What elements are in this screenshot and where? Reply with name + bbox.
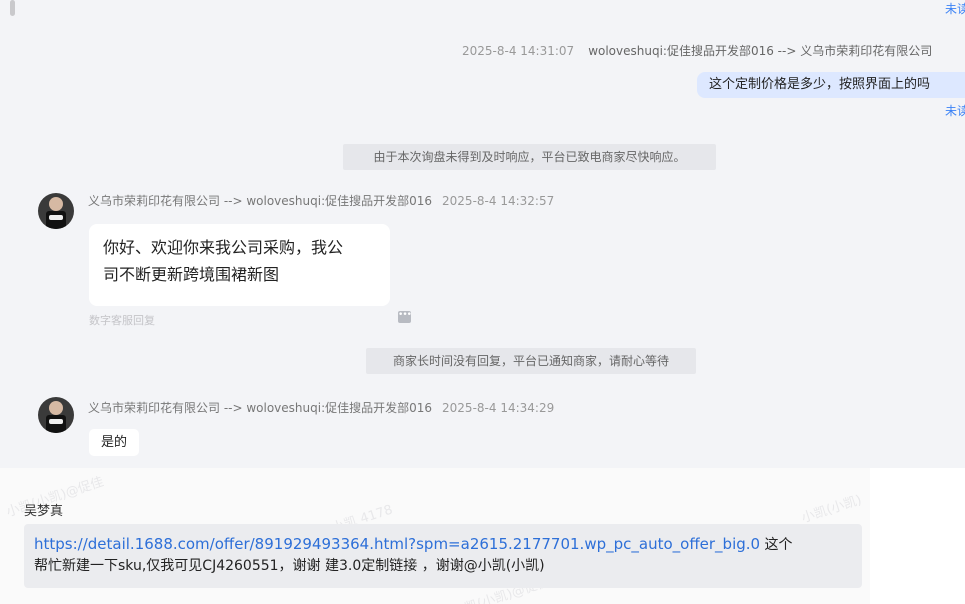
incoming-message-bubble[interactable]: 是的 <box>89 429 140 456</box>
message-meta-incoming: 义乌市荣莉印花有限公司 --> woloveshuqi:促佳搜品开发部016 20… <box>88 192 554 209</box>
quote-text: 帮忙新建一下sku,仅我可见CJ4260551，谢谢 建3.0定制链接 ，谢谢@… <box>34 558 545 574</box>
avatar-apron <box>46 415 66 433</box>
message-text-line: 你好、欢迎你来我公司采购，我公 <box>103 238 344 257</box>
system-notice: 由于本次询盘未得到及时响应，平台已致电商家尽快响应。 <box>343 144 716 170</box>
quote-text: 这个 <box>760 537 793 553</box>
avatar-apron <box>46 211 66 229</box>
quoted-message-card[interactable]: https://detail.1688.com/offer/8919294933… <box>24 524 862 588</box>
message-text-line: 司不断更新跨境围裙新图 <box>103 265 280 284</box>
merchant-avatar[interactable] <box>38 397 74 433</box>
digital-service-reply-note: 数字客服回复 <box>89 314 155 327</box>
incoming-message-bubble[interactable]: 你好、欢迎你来我公司采购，我公 司不断更新跨境围裙新图 <box>89 224 390 306</box>
message-sender: 义乌市荣莉印花有限公司 --> woloveshuqi:促佳搜品开发部016 <box>88 401 433 415</box>
message-sender: 义乌市荣莉印花有限公司 --> woloveshuqi:促佳搜品开发部016 <box>88 194 433 208</box>
message-meta-outgoing: 2025-8-4 14:31:07 woloveshuqi:促佳搜品开发部016 … <box>462 42 932 59</box>
system-notice: 商家长时间没有回复，平台已通知商家，请耐心等待 <box>366 348 696 374</box>
message-time: 2025-8-4 14:34:29 <box>442 401 555 415</box>
avatar-face <box>49 197 63 211</box>
quoted-message-panel: 小凯(小凯)@促佳 小凯 4178 小凯(小凯) 小凯(小凯)@促佳 吴梦真 h… <box>0 468 870 604</box>
outgoing-message-bubble[interactable]: 这个定制价格是多少，按照界面上的吗 <box>697 72 965 98</box>
merchant-avatar[interactable] <box>38 193 74 229</box>
offer-link[interactable]: https://detail.1688.com/offer/8919294933… <box>34 535 760 553</box>
more-icon[interactable]: ••• <box>398 311 412 323</box>
read-status-label: 未读 <box>945 104 965 118</box>
scrollbar-thumb[interactable] <box>10 0 15 16</box>
quote-author-name: 吴梦真 <box>24 504 64 519</box>
message-meta-incoming: 义乌市荣莉印花有限公司 --> woloveshuqi:促佳搜品开发部016 20… <box>88 399 554 416</box>
read-status-label: 未读 <box>945 2 965 16</box>
message-time: 2025-8-4 14:32:57 <box>442 194 555 208</box>
message-sender: woloveshuqi:促佳搜品开发部016 --> 义乌市荣莉印花有限公司 <box>588 44 933 58</box>
message-time: 2025-8-4 14:31:07 <box>462 44 575 58</box>
chat-messages-area[interactable]: 未读 2025-8-4 14:31:07 woloveshuqi:促佳搜品开发部0… <box>0 0 965 468</box>
avatar-face <box>49 401 63 415</box>
watermark: 小凯(小凯) <box>799 492 864 527</box>
